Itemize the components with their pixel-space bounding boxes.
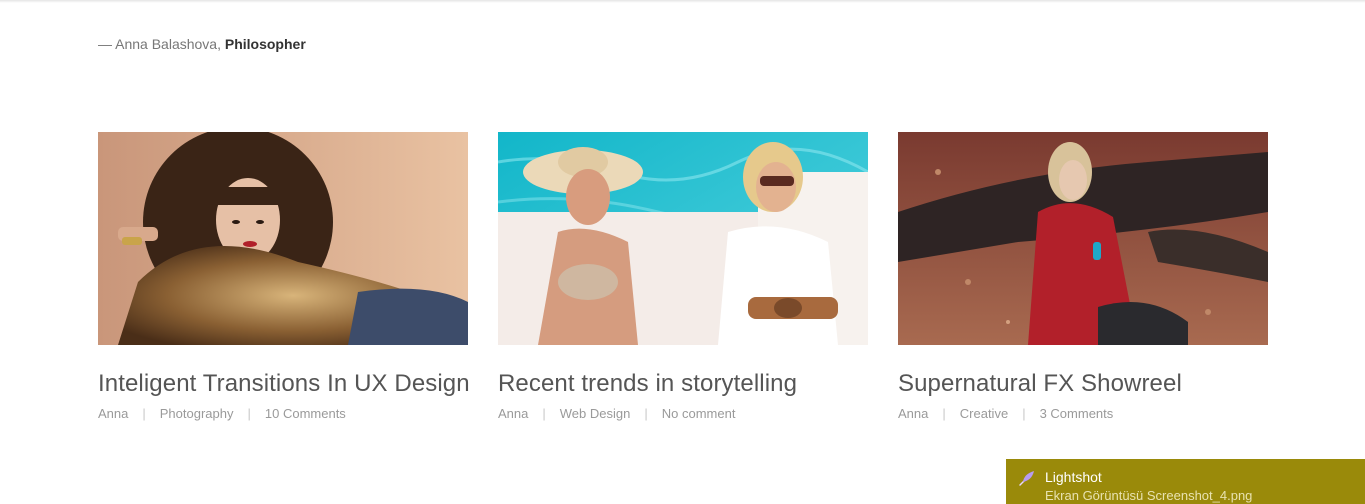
post-title[interactable]: Recent trends in storytelling: [498, 370, 797, 398]
post-card: Supernatural FX Showreel Anna | Creative | 3…: [898, 132, 1268, 421]
meta-separator: |: [142, 406, 146, 421]
post-comments[interactable]: No comment: [662, 406, 736, 421]
quote-author-role: Philosopher: [224, 36, 306, 52]
header-shadow: [0, 0, 1365, 3]
notification-title: Lightshot: [1045, 469, 1102, 485]
post-image-forest: [898, 132, 1268, 345]
post-author[interactable]: Anna: [898, 406, 928, 421]
post-author[interactable]: Anna: [498, 406, 528, 421]
notification-filename: Ekran Görüntüsü Screenshot_4.png: [1045, 488, 1253, 503]
post-comments[interactable]: 10 Comments: [265, 406, 346, 421]
post-card: Inteligent Transitions In UX Design Anna…: [98, 132, 470, 421]
meta-separator: |: [1022, 406, 1026, 421]
post-author[interactable]: Anna: [98, 406, 128, 421]
meta-separator: |: [247, 406, 251, 421]
meta-separator: |: [644, 406, 648, 421]
post-image-fur-coat: [98, 132, 468, 345]
quote-attribution: — Anna Balashova, Philosopher: [98, 36, 306, 52]
post-meta: Anna | Photography | 10 Comments: [98, 406, 346, 421]
post-image[interactable]: [98, 132, 468, 345]
lightshot-notification[interactable]: Lightshot Ekran Görüntüsü Screenshot_4.p…: [1006, 459, 1365, 504]
quote-author: — Anna Balashova,: [98, 36, 221, 52]
post-image-pool: [498, 132, 868, 345]
post-card: Recent trends in storytelling Anna | Web D…: [498, 132, 868, 421]
post-image[interactable]: [498, 132, 868, 345]
post-meta: Anna | Creative | 3 Comments: [898, 406, 1113, 421]
feather-icon: [1018, 469, 1036, 487]
meta-separator: |: [542, 406, 546, 421]
post-title[interactable]: Inteligent Transitions In UX Design: [98, 370, 470, 398]
post-image[interactable]: [898, 132, 1268, 345]
post-category[interactable]: Creative: [960, 406, 1008, 421]
post-category[interactable]: Web Design: [560, 406, 631, 421]
post-title[interactable]: Supernatural FX Showreel: [898, 370, 1182, 398]
post-comments[interactable]: 3 Comments: [1040, 406, 1114, 421]
meta-separator: |: [942, 406, 946, 421]
post-meta: Anna | Web Design | No comment: [498, 406, 735, 421]
post-category[interactable]: Photography: [160, 406, 234, 421]
